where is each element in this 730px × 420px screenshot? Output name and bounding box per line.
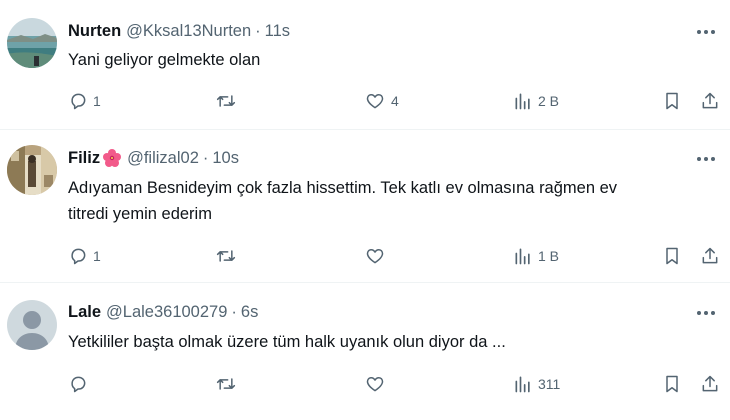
bookmark-button[interactable] — [662, 243, 682, 269]
reply-icon — [68, 374, 88, 394]
more-horizontal-icon — [696, 22, 716, 40]
tweet-text-line: Yetkililer başta olmak üzere tüm halk uy… — [68, 333, 506, 351]
tweet-text-line: Adıyaman Besnideyim çok fazla hissettim.… — [68, 179, 618, 197]
heart-icon — [364, 374, 386, 394]
heart-icon — [364, 91, 386, 111]
hibiscus-icon — [102, 148, 122, 168]
views-chart-icon — [513, 246, 533, 266]
user-handle[interactable]: @filizal02 — [127, 149, 199, 168]
share-icon — [700, 91, 720, 111]
separator: · — [231, 302, 237, 321]
like-button[interactable] — [364, 243, 391, 269]
more-horizontal-icon — [696, 149, 716, 167]
avatar[interactable] — [7, 18, 57, 68]
views-button[interactable]: 1 B — [513, 243, 559, 269]
bookmark-icon — [662, 246, 682, 266]
tweet-text: Adıyaman Besnideyim çok fazla hissettim.… — [68, 175, 718, 227]
reply-button[interactable]: 1 — [68, 88, 101, 114]
bookmark-button[interactable] — [662, 88, 682, 114]
share-icon — [700, 246, 720, 266]
tweet-text-line: Yani geliyor gelmekte olan — [68, 51, 261, 69]
bookmark-icon — [662, 374, 682, 394]
views-button[interactable]: 2 B — [513, 88, 559, 114]
display-name[interactable]: Filiz — [68, 149, 100, 168]
share-button[interactable] — [700, 371, 720, 397]
tweet-text-line: titredi yemin ederim — [68, 205, 212, 223]
retweet-icon — [215, 246, 237, 266]
share-button[interactable] — [700, 88, 720, 114]
share-button[interactable] — [700, 243, 720, 269]
tweet-text: Yani geliyor gelmekte olan — [68, 47, 718, 73]
display-name[interactable]: Nurten — [68, 22, 121, 41]
timestamp[interactable]: 10s — [212, 149, 239, 168]
avatar[interactable] — [7, 300, 57, 350]
tweet-text: Yetkililer başta olmak üzere tüm halk uy… — [68, 329, 718, 355]
views-chart-icon — [513, 374, 533, 394]
reply-count: 1 — [93, 248, 101, 264]
tweet[interactable]: Lale @Lale36100279 · 6s Yetkililer başta… — [0, 283, 730, 420]
views-button[interactable]: 311 — [513, 371, 560, 397]
tweet-actions: 311 — [0, 371, 730, 397]
retweet-icon — [215, 374, 237, 394]
more-options-button[interactable] — [694, 147, 718, 169]
user-handle[interactable]: @Lale36100279 — [106, 303, 227, 322]
avatar[interactable] — [7, 145, 57, 195]
tweet-header: Lale @Lale36100279 · 6s — [68, 301, 258, 323]
retweet-button[interactable] — [215, 371, 242, 397]
tweet[interactable]: Filiz @filizal02 · 10s Adıyaman Besnidey… — [0, 130, 730, 283]
tweet-header: Nurten @Kksal13Nurten · 11s — [68, 20, 290, 42]
retweet-button[interactable] — [215, 243, 242, 269]
retweet-icon — [215, 91, 237, 111]
views-chart-icon — [513, 91, 533, 111]
retweet-button[interactable] — [215, 88, 242, 114]
reply-button[interactable]: 1 — [68, 243, 101, 269]
more-options-button[interactable] — [694, 301, 718, 323]
timestamp[interactable]: 6s — [241, 303, 258, 322]
more-horizontal-icon — [696, 303, 716, 321]
timestamp[interactable]: 11s — [265, 22, 290, 41]
tweet-actions: 1 4 2 B — [0, 88, 730, 114]
like-button[interactable] — [364, 371, 391, 397]
heart-icon — [364, 246, 386, 266]
bookmark-icon — [662, 91, 682, 111]
tweet[interactable]: Nurten @Kksal13Nurten · 11s Yani geliyor… — [0, 0, 730, 130]
more-options-button[interactable] — [694, 20, 718, 42]
tweet-actions: 1 1 B — [0, 243, 730, 269]
bookmark-button[interactable] — [662, 371, 682, 397]
share-icon — [700, 374, 720, 394]
reply-button[interactable] — [68, 371, 93, 397]
views-count: 311 — [538, 376, 561, 392]
views-count: 1 B — [538, 248, 560, 264]
reply-icon — [68, 246, 88, 266]
separator: · — [255, 21, 261, 40]
views-count: 2 B — [538, 93, 560, 109]
reply-icon — [68, 91, 88, 111]
display-name[interactable]: Lale — [68, 303, 101, 322]
like-count: 4 — [391, 93, 399, 109]
tweet-header: Filiz @filizal02 · 10s — [68, 147, 239, 169]
reply-count: 1 — [93, 93, 101, 109]
like-button[interactable]: 4 — [364, 88, 399, 114]
separator: · — [202, 148, 209, 167]
user-handle[interactable]: @Kksal13Nurten — [126, 22, 251, 41]
